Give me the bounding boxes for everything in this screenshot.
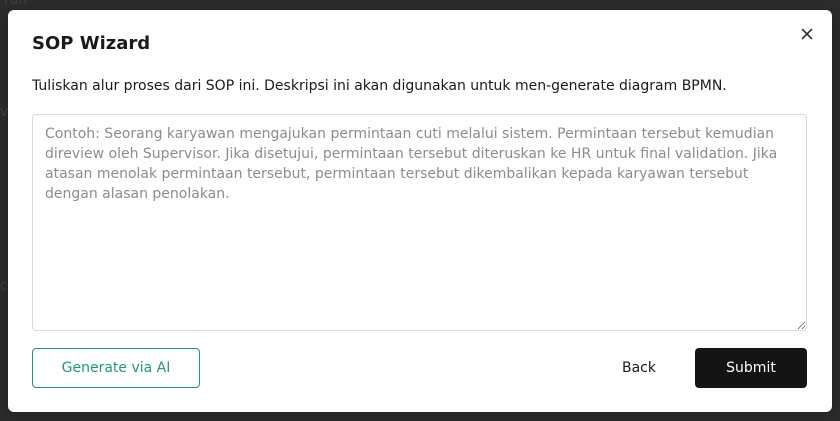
dialog-title: SOP Wizard [32, 33, 151, 54]
generate-via-ai-button[interactable]: Generate via AI [32, 348, 200, 388]
process-description-field-wrapper [32, 114, 807, 331]
dialog-description: Tuliskan alur proses dari SOP ini. Deskr… [32, 78, 727, 94]
close-icon [801, 28, 813, 40]
process-description-textarea[interactable] [32, 114, 807, 331]
submit-button[interactable]: Submit [695, 348, 807, 388]
back-button[interactable]: Back [607, 348, 671, 388]
sop-wizard-dialog: SOP Wizard Tuliskan alur proses dari SOP… [8, 10, 832, 412]
close-button[interactable] [797, 24, 817, 44]
